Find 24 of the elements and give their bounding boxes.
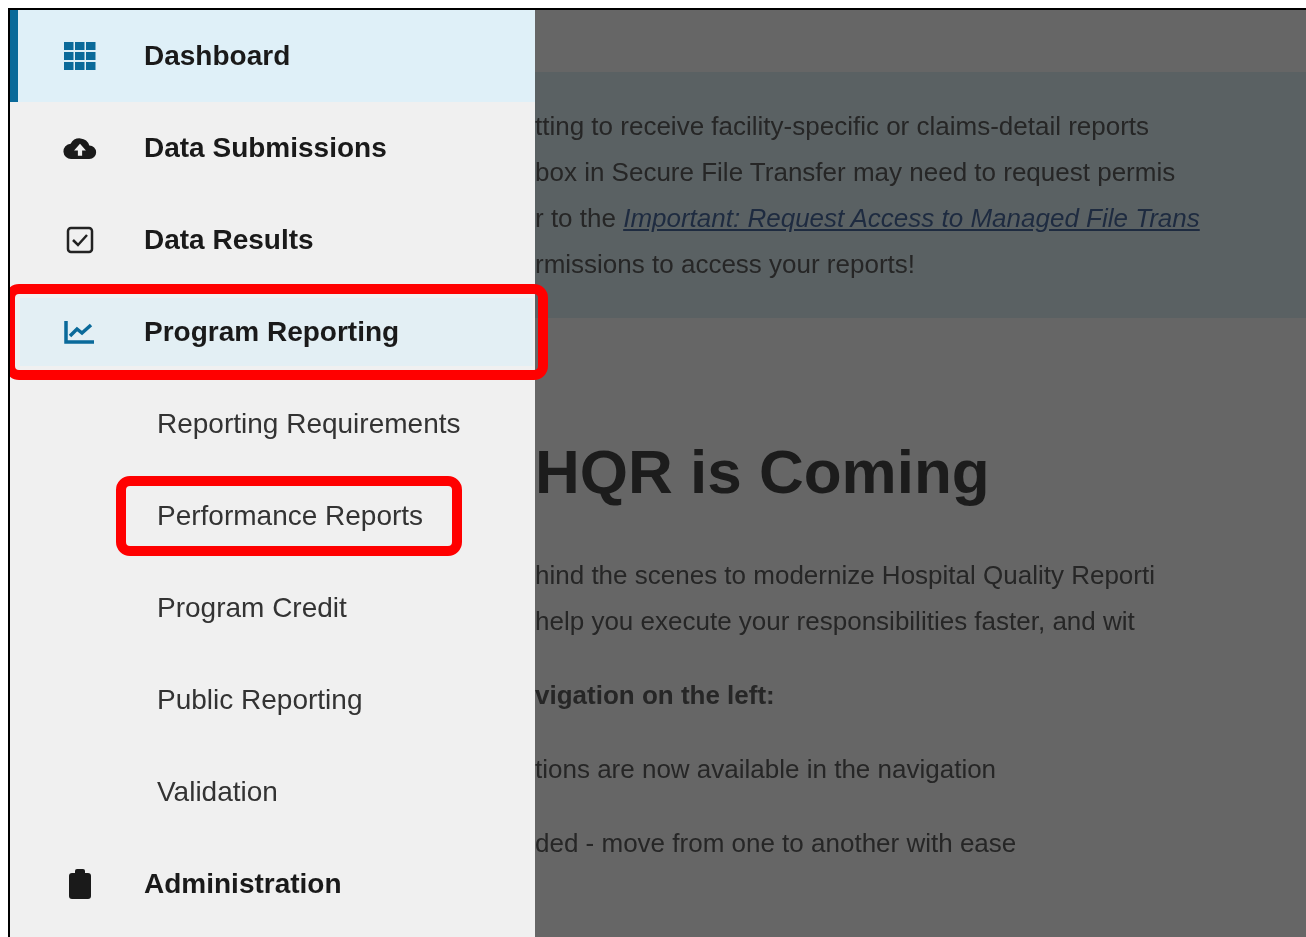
- sidebar-item[interactable]: Administration: [10, 838, 535, 930]
- submenu-link[interactable]: Program Credit: [116, 570, 384, 646]
- paragraph-text: hind the scenes to modernize Hospital Quality Reporti: [535, 559, 1156, 592]
- grid-icon: [64, 42, 96, 70]
- submenu-link[interactable]: Reporting Requirements: [116, 386, 498, 462]
- notice-text: rmissions to access your reports!: [535, 248, 916, 281]
- checkbox-icon: [66, 226, 94, 254]
- page-heading: HQR is Coming: [535, 436, 991, 508]
- submenu-link[interactable]: Public Reporting: [116, 662, 400, 738]
- notice-text: r to the: [535, 203, 617, 233]
- sidebar-item[interactable]: Data Results: [10, 194, 535, 286]
- sidebar-item[interactable]: Dashboard: [10, 10, 535, 102]
- submenu-link[interactable]: Performance Reports: [116, 478, 461, 554]
- submenu-link[interactable]: Validation: [116, 754, 315, 830]
- sidebar-item[interactable]: Program Reporting: [20, 298, 533, 366]
- paragraph-text: tions are now available in the navigation: [535, 753, 998, 786]
- clipboard-icon: [69, 869, 91, 899]
- line-chart-icon: [64, 319, 96, 345]
- paragraph-text: help you execute your responsibilities faster, and wit: [535, 605, 1136, 638]
- paragraph-text: ded - move from one to another with ease: [535, 827, 1018, 860]
- notice-text: box in Secure File Transfer may need to request permis: [535, 156, 1177, 189]
- sidebar-item[interactable]: Data Submissions: [10, 102, 535, 194]
- notice-text: tting to receive facility-specific or claims-detail reports: [535, 110, 1151, 143]
- paragraph-text: vigation on the left:: [535, 679, 776, 712]
